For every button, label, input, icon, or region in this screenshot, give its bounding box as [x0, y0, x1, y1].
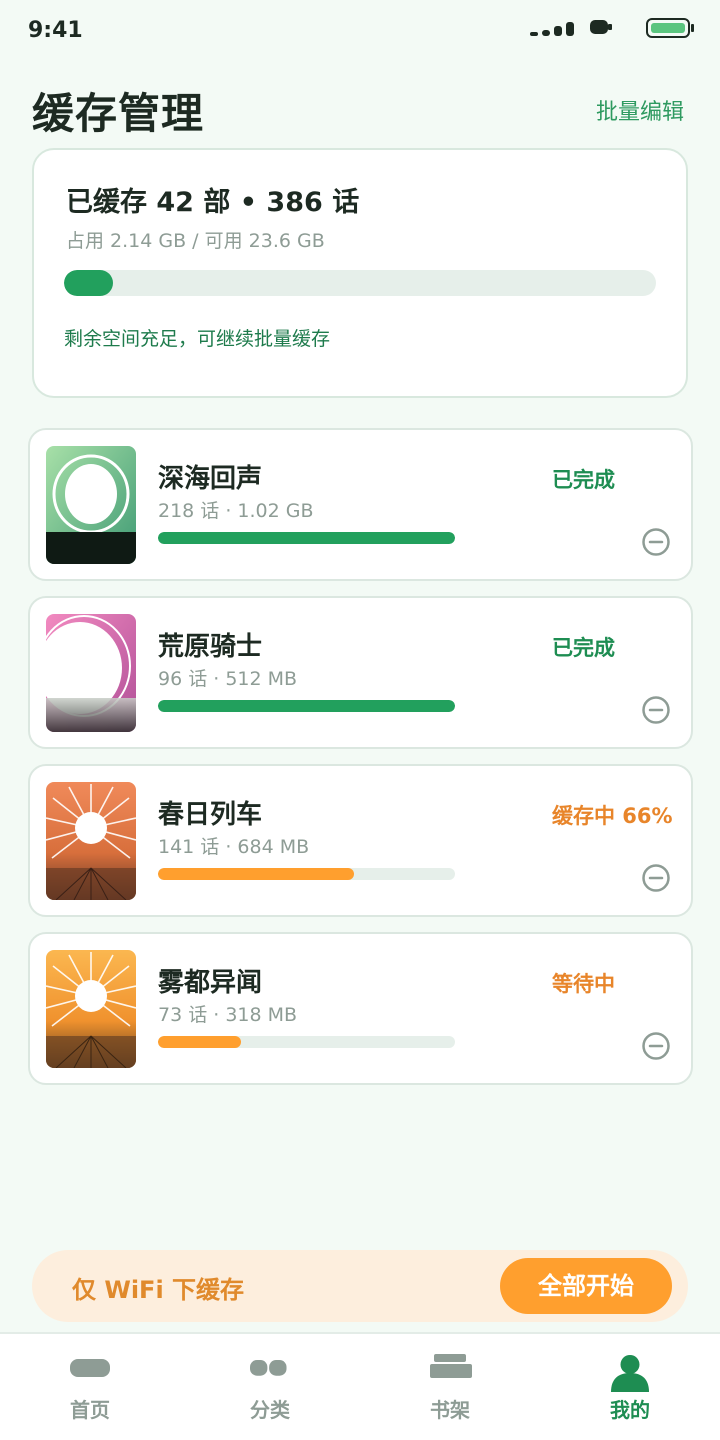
nav-item-profile[interactable]: 我的	[540, 1334, 720, 1440]
storage-note: 剩余空间充足，可继续批量缓存	[64, 328, 331, 350]
nav-label: 分类	[250, 1398, 290, 1422]
item-progress-bar	[158, 868, 455, 880]
nav-item-home[interactable]: 首页	[0, 1334, 180, 1440]
cache-count-headline: 已缓存 42 部 • 386 话	[66, 187, 360, 218]
storage-usage-text: 占用 2.14 GB / 可用 23.6 GB	[66, 230, 325, 252]
item-status: 已完成	[552, 468, 615, 492]
download-item[interactable]: 春日列车 141 话 · 684 MB 缓存中 66%	[28, 764, 693, 917]
item-status: 等待中	[552, 972, 615, 996]
nav-item-category[interactable]: 分类	[180, 1334, 360, 1440]
storage-progress-fill	[64, 270, 114, 296]
item-progress-bar	[158, 1036, 455, 1048]
download-item[interactable]: 雾都异闻 73 话 · 318 MB 等待中	[28, 932, 693, 1085]
wifi-only-toggle[interactable]: 仅 WiFi 下缓存	[72, 1270, 244, 1305]
home-icon	[70, 1359, 110, 1377]
cover-image	[46, 446, 136, 564]
item-meta: 73 话 · 318 MB	[158, 1004, 298, 1026]
item-progress-bar	[158, 532, 455, 544]
item-status: 缓存中 66%	[552, 804, 673, 828]
download-item[interactable]: 深海回声 218 话 · 1.02 GB 已完成	[28, 428, 693, 581]
item-title: 春日列车	[158, 800, 263, 830]
item-progress-bar	[158, 700, 455, 712]
battery-icon	[646, 18, 694, 38]
category-icon	[250, 1360, 287, 1376]
wifi-icon	[590, 20, 612, 34]
nav-label: 书架	[430, 1398, 470, 1422]
bookshelf-icon	[430, 1354, 472, 1378]
item-status: 已完成	[552, 636, 615, 660]
profile-icon	[611, 1354, 649, 1392]
item-meta: 141 话 · 684 MB	[158, 836, 310, 858]
download-item[interactable]: 荒原骑士 96 话 · 512 MB 已完成	[28, 596, 693, 749]
item-meta: 218 话 · 1.02 GB	[158, 500, 314, 522]
start-all-button[interactable]: 全部开始	[500, 1258, 672, 1314]
bottom-nav: 首页 分类 书架 我的	[0, 1332, 720, 1440]
page-title: 缓存管理	[32, 89, 205, 138]
cover-image	[46, 782, 136, 900]
status-bar: 9:41	[0, 0, 720, 64]
remove-icon[interactable]	[640, 694, 672, 726]
item-title: 荒原骑士	[158, 632, 263, 662]
nav-item-bookshelf[interactable]: 书架	[360, 1334, 540, 1440]
item-title: 深海回声	[158, 464, 263, 494]
status-time: 9:41	[28, 18, 83, 43]
cache-action-bar: 仅 WiFi 下缓存 全部开始	[32, 1250, 688, 1322]
nav-label: 首页	[70, 1398, 110, 1422]
remove-icon[interactable]	[640, 526, 672, 558]
remove-icon[interactable]	[640, 862, 672, 894]
item-progress-fill	[158, 1036, 242, 1048]
cover-image	[46, 614, 136, 732]
remove-icon[interactable]	[640, 1030, 672, 1062]
storage-summary-card: 已缓存 42 部 • 386 话 占用 2.14 GB / 可用 23.6 GB…	[32, 148, 688, 398]
item-progress-fill	[158, 532, 455, 544]
signal-icon	[530, 22, 580, 36]
item-progress-fill	[158, 700, 455, 712]
item-title: 雾都异闻	[158, 968, 263, 998]
batch-edit-button[interactable]: 批量编辑	[596, 94, 684, 126]
storage-progress-bar	[64, 270, 656, 296]
nav-label: 我的	[610, 1398, 650, 1422]
item-progress-fill	[158, 868, 355, 880]
cover-image	[46, 950, 136, 1068]
item-meta: 96 话 · 512 MB	[158, 668, 298, 690]
